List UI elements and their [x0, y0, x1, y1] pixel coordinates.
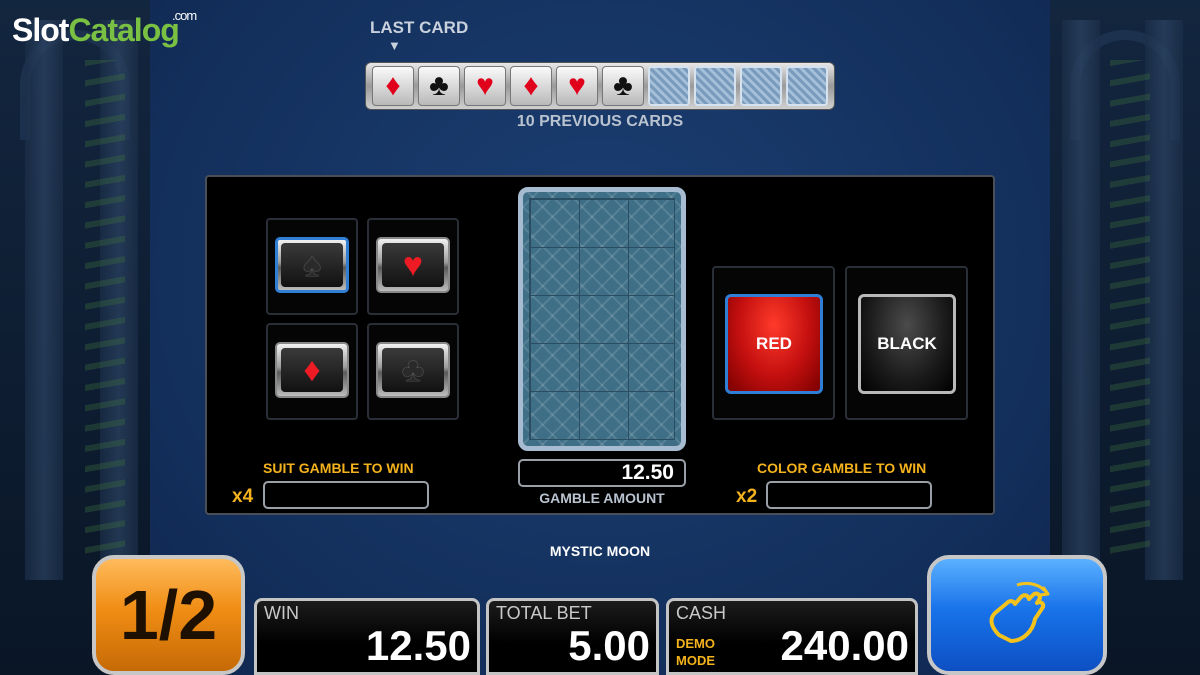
black-button[interactable]: BLACK: [858, 294, 956, 394]
pillar-decoration: [1062, 20, 1100, 580]
suit-gamble-label: SUIT GAMBLE TO WIN: [263, 460, 414, 476]
history-card-club: ♣: [418, 66, 460, 106]
logo-text-slot: Slot: [12, 12, 69, 48]
history-card-heart: ♥: [556, 66, 598, 106]
demo-mode-line2: MODE: [676, 653, 715, 668]
history-card-heart: ♥: [464, 66, 506, 106]
heart-suit-button[interactable]: ♥: [376, 237, 450, 293]
vines-decoration: [85, 60, 125, 560]
hand-icon: [989, 581, 1050, 643]
color-gamble-multiplier: x2: [736, 486, 758, 507]
total-bet-value: 5.00: [568, 622, 650, 669]
spade-suit-button[interactable]: ♠: [275, 237, 349, 293]
gamble-amount-display: 12.50: [518, 459, 686, 487]
card-back-pattern: [529, 198, 675, 440]
suit-slot-diamond: ♦: [266, 323, 358, 420]
history-card-diamond: ♦: [372, 66, 414, 106]
pillar-decoration: [25, 20, 63, 580]
total-bet-label: TOTAL BET: [496, 603, 592, 623]
win-value: 12.50: [365, 622, 471, 669]
suit-gamble-multiplier: x4: [232, 486, 254, 507]
cash-value: 240.00: [780, 622, 909, 669]
history-card-back: [740, 66, 782, 106]
suit-gamble-win-field: [263, 481, 429, 509]
logo-suffix: .com: [172, 8, 197, 23]
suit-slot-heart: ♥: [367, 218, 459, 315]
pillar-decoration: [1145, 20, 1183, 580]
history-card-back: [786, 66, 828, 106]
demo-mode-label: DEMO MODE: [676, 635, 726, 669]
demo-mode-line1: DEMO: [676, 636, 715, 651]
vines-decoration: [1110, 60, 1150, 560]
red-button[interactable]: RED: [725, 294, 823, 394]
history-card-back: [694, 66, 736, 106]
half-gamble-button[interactable]: 1/2: [92, 555, 245, 675]
win-meter: WIN 12.50: [254, 598, 480, 675]
total-bet-meter: TOTAL BET 5.00: [486, 598, 659, 675]
suit-slot-club: ♣: [367, 323, 459, 420]
gamble-amount-label: GAMBLE AMOUNT: [539, 490, 665, 506]
diamond-icon: ♦: [281, 348, 343, 392]
last-card-label: LAST CARD: [370, 18, 469, 37]
cash-meter: CASH DEMO MODE 240.00: [666, 598, 918, 675]
win-label: WIN: [264, 603, 299, 623]
collect-button[interactable]: [927, 555, 1107, 675]
suit-slot-spade: ♠: [266, 218, 358, 315]
history-card-club: ♣: [602, 66, 644, 106]
card-history-strip: ♦ ♣ ♥ ♦ ♥ ♣: [365, 62, 835, 110]
history-card-diamond: ♦: [510, 66, 552, 106]
spade-icon: ♠: [281, 243, 343, 287]
color-gamble-win-field: [766, 481, 932, 509]
history-card-back: [648, 66, 690, 106]
face-down-card: [518, 187, 686, 451]
game-title: MYSTIC MOON: [549, 543, 651, 559]
heart-icon: ♥: [382, 243, 444, 287]
last-card-arrow-icon: ▼: [388, 38, 401, 53]
previous-cards-label: 10 PREVIOUS CARDS: [516, 113, 684, 130]
color-gamble-label: COLOR GAMBLE TO WIN: [757, 460, 927, 476]
cash-label: CASH: [676, 603, 727, 623]
color-slot-red: RED: [712, 266, 835, 420]
club-icon: ♣: [382, 348, 444, 392]
diamond-suit-button[interactable]: ♦: [275, 342, 349, 398]
logo-text-catalog: Catalog: [68, 12, 179, 48]
color-slot-black: BLACK: [845, 266, 968, 420]
club-suit-button[interactable]: ♣: [376, 342, 450, 398]
slotcatalog-logo: SlotCatalog .com: [12, 8, 197, 49]
gamble-panel: ♠ ♥ ♦ ♣ 12.50 GAMBLE AMOUNT RED BLACK SU…: [205, 175, 995, 515]
